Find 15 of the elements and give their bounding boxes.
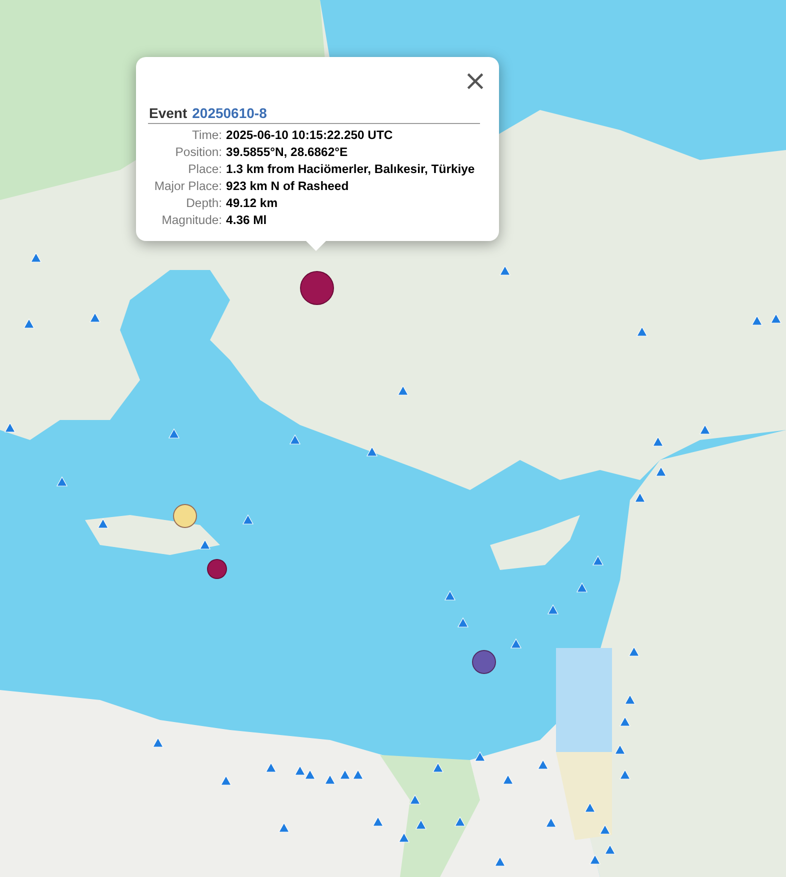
event-id-link[interactable]: 20250610-8	[192, 105, 267, 121]
close-button[interactable]: ×	[464, 71, 487, 91]
field-label: Place:	[187, 162, 222, 176]
field-value: 2025-06-10 10:15:22.250 UTC	[226, 128, 394, 142]
field-label: Depth:	[185, 196, 222, 210]
field-label: Time:	[191, 128, 222, 142]
field-value: 39.5855°N, 28.6862°E	[226, 145, 349, 159]
field-value: 923 km N of Rasheed	[226, 179, 350, 193]
field-value: 4.36 Ml	[226, 213, 268, 227]
field-label: Major Place:	[153, 179, 222, 193]
field-value: 1.3 km from Haciömerler, Balıkesir, Türkiye	[226, 162, 476, 176]
field-label: Magnitude:	[160, 213, 222, 227]
field-label: Position:	[174, 145, 222, 159]
field-value: 49.12 km	[226, 196, 279, 210]
popup-title: Event	[149, 105, 188, 121]
